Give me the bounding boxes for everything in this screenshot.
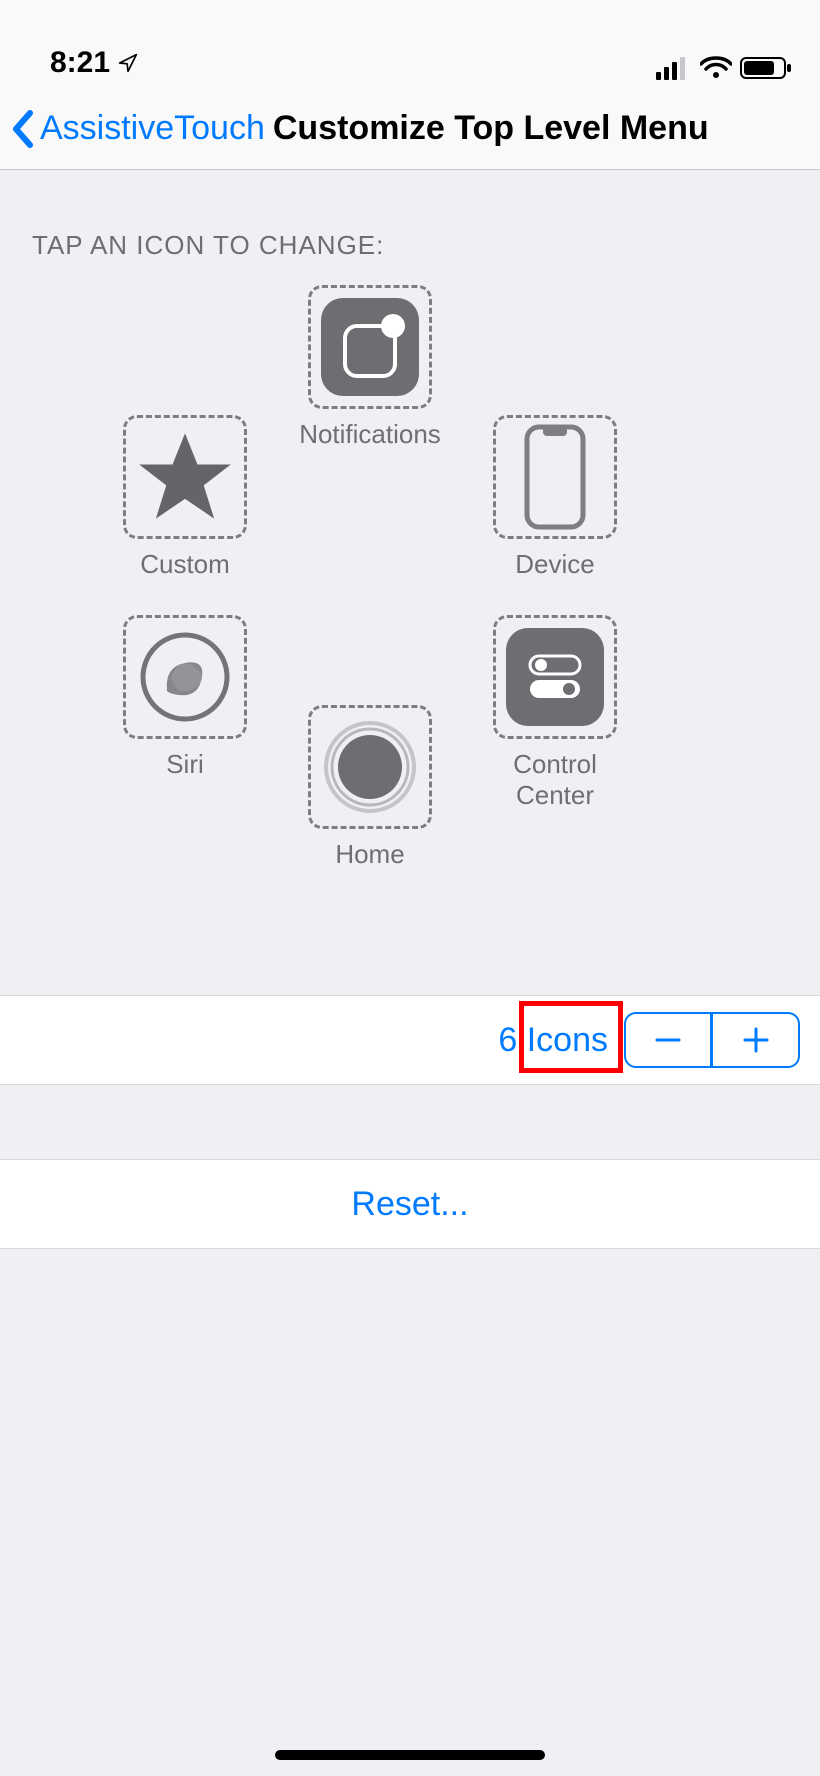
icon-slot-device[interactable]: Device xyxy=(485,415,625,580)
icon-count-label: 6 Icons xyxy=(498,1021,608,1060)
battery-icon xyxy=(740,56,794,80)
icon-label: Custom xyxy=(140,549,230,580)
icon-label: Control Center xyxy=(485,749,625,811)
back-button[interactable]: AssistiveTouch xyxy=(10,109,265,149)
icon-slot-notifications[interactable]: Notifications xyxy=(300,285,440,450)
reset-button[interactable]: Reset... xyxy=(0,1159,820,1249)
icon-slot-home[interactable]: Home xyxy=(300,705,440,870)
home-button-icon xyxy=(320,717,420,817)
icon-box xyxy=(493,415,617,539)
icon-box xyxy=(493,615,617,739)
device-icon xyxy=(515,422,595,532)
icon-label: Siri xyxy=(166,749,204,780)
location-arrow-icon xyxy=(118,53,138,73)
icon-box xyxy=(123,415,247,539)
status-time: 8:21 xyxy=(50,46,110,80)
icon-grid: Notifications Custom Device Siri xyxy=(0,275,820,995)
status-time-group: 8:21 xyxy=(50,46,138,80)
reset-label: Reset... xyxy=(351,1185,468,1224)
nav-bar: AssistiveTouch Customize Top Level Menu xyxy=(0,88,820,170)
icon-count-stepper xyxy=(624,1012,800,1068)
icon-box xyxy=(308,705,432,829)
icon-label: Home xyxy=(335,839,404,870)
status-icons xyxy=(656,56,794,80)
back-label: AssistiveTouch xyxy=(40,109,265,148)
chevron-left-icon xyxy=(10,109,36,149)
icon-label: Device xyxy=(515,549,594,580)
icon-box xyxy=(123,615,247,739)
decrease-icons-button[interactable] xyxy=(624,1012,712,1068)
status-bar: 8:21 xyxy=(0,0,820,88)
star-icon xyxy=(133,425,237,529)
plus-icon xyxy=(741,1025,771,1055)
notifications-icon xyxy=(321,298,419,396)
increase-icons-button[interactable] xyxy=(712,1012,800,1068)
cellular-signal-icon xyxy=(656,56,692,80)
icon-count-row: 6 Icons xyxy=(0,995,820,1085)
icon-slot-custom[interactable]: Custom xyxy=(115,415,255,580)
page-title: Customize Top Level Menu xyxy=(273,109,709,148)
icon-slot-siri[interactable]: Siri xyxy=(115,615,255,780)
control-center-icon xyxy=(506,628,604,726)
icon-label: Notifications xyxy=(299,419,441,450)
wifi-icon xyxy=(700,56,732,80)
section-header: TAP AN ICON TO CHANGE: xyxy=(0,170,820,275)
minus-icon xyxy=(653,1025,683,1055)
home-indicator[interactable] xyxy=(275,1750,545,1760)
siri-icon xyxy=(135,627,235,727)
icon-box xyxy=(308,285,432,409)
icon-slot-control-center[interactable]: Control Center xyxy=(485,615,625,811)
